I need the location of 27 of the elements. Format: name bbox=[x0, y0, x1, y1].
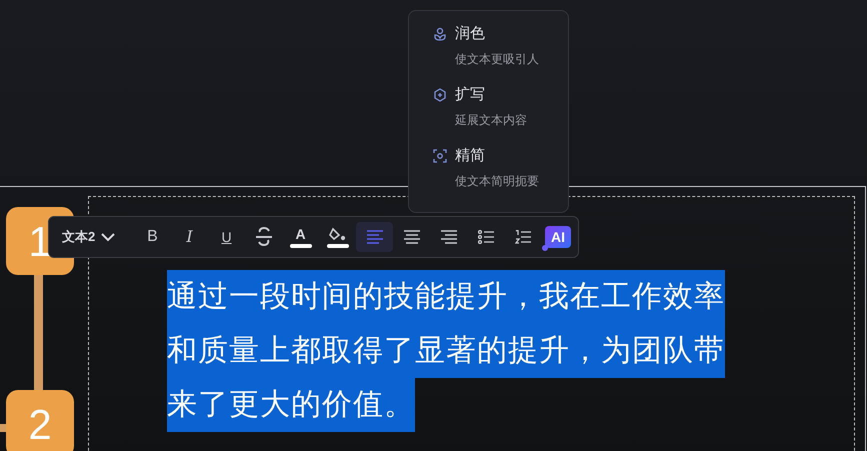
focus-icon bbox=[433, 149, 447, 163]
align-right-icon bbox=[440, 230, 456, 244]
align-left-icon bbox=[366, 230, 382, 244]
ai-button[interactable]: AI bbox=[545, 226, 571, 248]
menu-item-description: 延展文本内容 bbox=[454, 112, 528, 129]
chevron-down-icon bbox=[101, 232, 116, 242]
numbered-list-icon bbox=[514, 230, 530, 244]
menu-item[interactable]: 精简 bbox=[433, 145, 568, 167]
align-center-icon bbox=[404, 230, 420, 244]
menu-item-description: 使文本更吸引人 bbox=[454, 51, 540, 68]
color-bar-icon bbox=[290, 244, 312, 248]
selected-text: 来了更大的价值。 bbox=[167, 378, 415, 432]
bullet-list-icon bbox=[478, 230, 494, 244]
bold-button[interactable]: B bbox=[134, 222, 171, 252]
fill-color-icon bbox=[326, 226, 348, 248]
selected-text: 和质量上都取得了显著的提升，为团队带 bbox=[167, 324, 725, 378]
step-badge: 2 bbox=[6, 390, 74, 451]
flower-icon bbox=[433, 27, 447, 41]
menu-item[interactable]: 扩写 bbox=[433, 84, 568, 106]
selected-text: 通过一段时间的技能提升，我在工作效率 bbox=[167, 270, 725, 324]
underline-button[interactable]: U bbox=[208, 222, 245, 252]
menu-item-description: 使文本简明扼要 bbox=[454, 173, 540, 190]
gear-icon bbox=[433, 88, 447, 102]
text-color-button[interactable]: A bbox=[282, 222, 319, 252]
strikethrough-icon bbox=[254, 227, 272, 247]
menu-item[interactable]: 润色 bbox=[433, 23, 568, 45]
italic-button[interactable]: I bbox=[171, 222, 208, 252]
